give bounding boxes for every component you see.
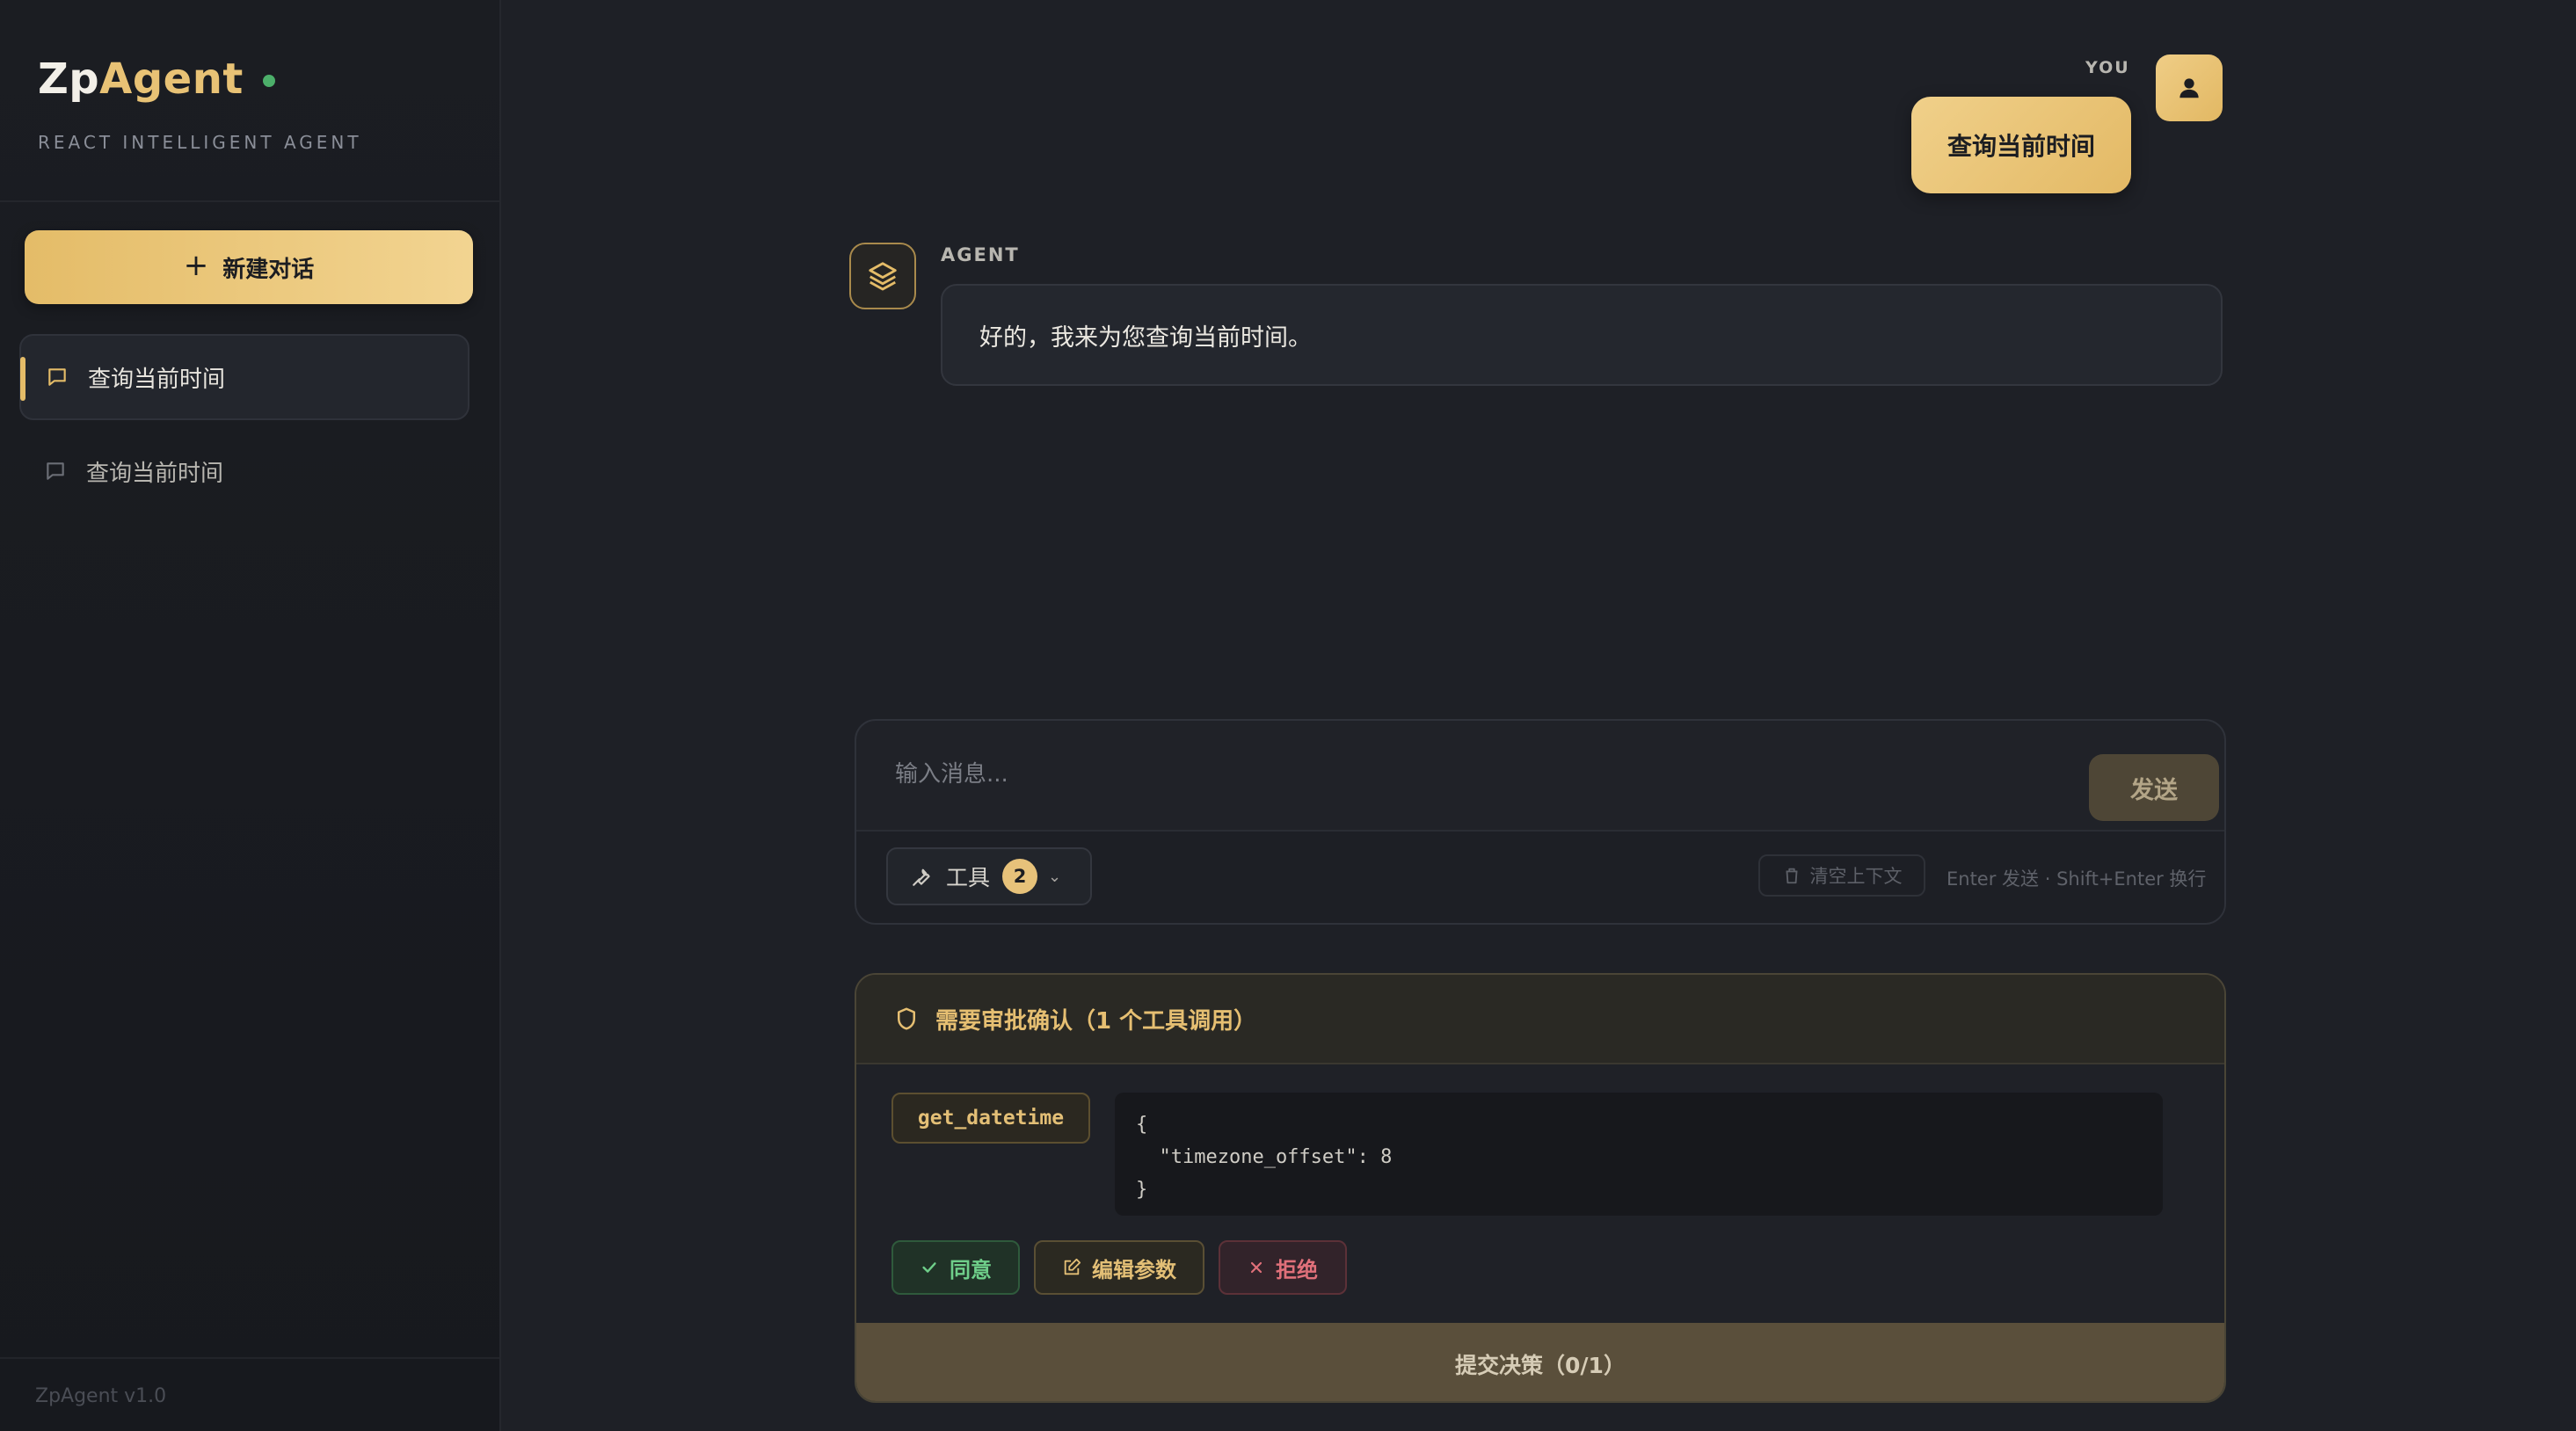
approval-header: 需要审批确认（1 个工具调用） — [856, 975, 2224, 1064]
keyboard-hint: Enter 发送 · Shift+Enter 换行 — [1947, 868, 2207, 890]
new-chat-label: 新建对话 — [222, 256, 315, 283]
sidebar-divider — [0, 200, 499, 202]
tool-call-arguments: { "timezone_offset": 8} — [1115, 1093, 2163, 1216]
edit-params-label: 编辑参数 — [1092, 1257, 1176, 1282]
message-composer: 发送 工具 2 ⌄ 清空上下文 Enter 发送 · Shift+Enter 换… — [855, 719, 2226, 925]
user-role-label: YOU — [2085, 58, 2130, 77]
send-button[interactable]: 发送 — [2089, 754, 2219, 821]
chevron-down-icon: ⌄ — [1048, 867, 1062, 886]
args-line: } — [1136, 1179, 1148, 1201]
clear-context-label: 清空上下文 — [1809, 866, 1903, 887]
conversation-item[interactable]: 查询当前时间 — [19, 428, 469, 514]
user-message-bubble: 查询当前时间 — [1911, 97, 2131, 193]
brand-logo: Zp Agent — [38, 54, 275, 104]
tools-count-badge: 2 — [1002, 859, 1038, 894]
approval-title: 需要审批确认（1 个工具调用） — [935, 1007, 1257, 1035]
version-label: ZpAgent v1.0 — [35, 1385, 167, 1407]
clear-context-button[interactable]: 清空上下文 — [1758, 854, 1925, 897]
conversation-label: 查询当前时间 — [88, 366, 226, 393]
edit-params-button[interactable]: 编辑参数 — [1034, 1240, 1204, 1295]
agent-role-label: AGENT — [941, 244, 1020, 265]
chat-bubble-icon — [47, 462, 64, 480]
sidebar: Zp Agent REACT INTELLIGENT AGENT + 新建对话 查… — [0, 0, 501, 1431]
trash-icon — [1786, 868, 1797, 884]
conversation-item-active[interactable]: 查询当前时间 — [19, 334, 469, 420]
check-icon — [922, 1262, 936, 1273]
composer-toolbar: 工具 2 ⌄ 清空上下文 Enter 发送 · Shift+Enter 换行 — [856, 830, 2224, 923]
sidebar-footer-divider — [0, 1357, 499, 1359]
conversation-label: 查询当前时间 — [86, 460, 224, 487]
user-avatar — [2156, 54, 2223, 121]
shield-icon — [898, 1007, 915, 1030]
args-line: { — [1136, 1114, 1148, 1136]
plus-icon: + — [183, 248, 209, 283]
layers-icon — [869, 262, 897, 291]
tools-label: 工具 — [946, 865, 991, 890]
new-chat-button[interactable]: + 新建对话 — [25, 230, 473, 304]
wrench-icon — [913, 868, 930, 886]
agent-message-bubble: 好的，我来为您查询当前时间。 — [941, 284, 2223, 386]
app-root: Zp Agent REACT INTELLIGENT AGENT + 新建对话 查… — [0, 0, 2576, 1431]
tool-call-name: get_datetime — [891, 1093, 1090, 1144]
submit-decision-button[interactable]: 提交决策（0/1） — [856, 1323, 2224, 1401]
reject-label: 拒绝 — [1276, 1257, 1318, 1282]
composer-input-row: 发送 — [856, 721, 2224, 830]
chat-bubble-icon — [48, 368, 66, 386]
approve-button[interactable]: 同意 — [891, 1240, 1020, 1295]
args-line: "timezone_offset": 8 — [1136, 1146, 1393, 1168]
reject-button[interactable]: 拒绝 — [1219, 1240, 1347, 1295]
brand-subtitle: REACT INTELLIGENT AGENT — [38, 132, 362, 153]
user-icon — [2179, 78, 2199, 98]
approval-panel: 需要审批确认（1 个工具调用） get_datetime { "timezone… — [855, 973, 2226, 1403]
brand-accent: Agent — [99, 54, 244, 104]
online-status-dot — [262, 75, 275, 87]
approve-label: 同意 — [950, 1257, 992, 1282]
brand-prefix: Zp — [38, 54, 100, 104]
agent-avatar — [849, 243, 916, 309]
message-input[interactable] — [895, 752, 2038, 796]
edit-icon — [1064, 1258, 1081, 1275]
x-icon — [1250, 1261, 1263, 1274]
tools-dropdown-button[interactable]: 工具 2 ⌄ — [886, 847, 1092, 905]
